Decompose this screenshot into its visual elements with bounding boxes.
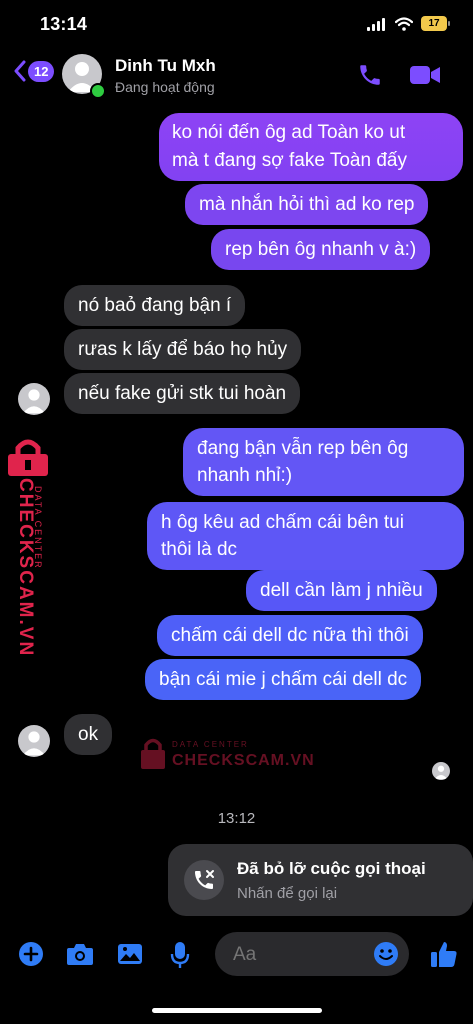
message-bubble-outgoing[interactable]: chấm cái dell dc nữa thì thôi	[157, 615, 423, 656]
emoji-icon[interactable]	[373, 941, 399, 967]
message-text: nhanh nhỉ:)	[197, 465, 293, 486]
phone-icon[interactable]	[357, 62, 383, 88]
status-icons: 17	[367, 16, 450, 31]
message-bubble-outgoing[interactable]: bận cái mie j chấm cái dell dc	[145, 659, 422, 700]
message-bubble-outgoing[interactable]: rep bên ôg nhanh v à:)	[211, 229, 431, 270]
message-bubble-incoming[interactable]: nó baỏ đang bận í	[64, 285, 246, 326]
chevron-left-icon	[14, 60, 26, 82]
sender-avatar[interactable]	[18, 725, 50, 757]
wifi-icon	[395, 16, 413, 31]
voice-button[interactable]	[170, 941, 190, 974]
message-bubble-incoming[interactable]: rưas k lấy để báo họ hủy	[64, 329, 302, 370]
sender-avatar[interactable]	[18, 383, 50, 415]
gallery-button[interactable]	[117, 943, 143, 970]
missed-call-card[interactable]: Đã bỏ lỡ cuộc gọi thoại Nhấn để gọi lại	[168, 844, 473, 916]
message-timestamp: 13:12	[217, 810, 256, 827]
phone-missed-icon	[195, 870, 214, 889]
microphone-icon	[170, 942, 190, 968]
message-text: mà t đang sợ fake Toàn đấy	[172, 150, 407, 171]
watermark-brand-horizontal: CHECKSCAM.VN	[172, 752, 315, 769]
contact-name[interactable]: Dinh Tu Mxh	[115, 56, 216, 76]
message-composer[interactable]	[215, 932, 409, 976]
watermark-caption-horizontal: DATA CENTER	[172, 740, 249, 749]
missed-call-title: Đã bỏ lỡ cuộc gọi thoại	[237, 859, 426, 878]
missed-call-icon	[184, 860, 224, 900]
home-indicator	[152, 1008, 322, 1013]
user-silhouette-icon	[434, 765, 448, 780]
message-text: thôi là dc	[161, 539, 238, 560]
battery-indicator: 17	[421, 16, 450, 31]
call-actions	[357, 62, 441, 88]
camera-button[interactable]	[66, 942, 94, 971]
contact-status: Đang hoạt động	[115, 79, 215, 95]
watermark-vertical: CHECKSCAM.VN DATA CENTER	[6, 438, 52, 657]
add-button[interactable]	[18, 941, 44, 972]
message-text: đang bận vẫn rep bên ôg	[197, 438, 409, 459]
message-bubble-incoming[interactable]: ok	[64, 714, 113, 755]
image-icon	[118, 944, 142, 964]
unread-count-badge: 12	[28, 60, 55, 82]
online-indicator	[90, 83, 106, 99]
message-bubble-outgoing[interactable]: h ôg kêu ad chấm cái bên tui thôi là dc	[147, 502, 464, 570]
message-bubble-incoming[interactable]: nếu fake gửi stk tui hoàn	[64, 373, 301, 414]
back-button[interactable]: 12	[14, 60, 55, 82]
camera-icon	[67, 944, 93, 965]
message-text: ko nói đến ôg ad Toàn ko ut	[172, 122, 406, 143]
composer-toolbar	[0, 932, 473, 978]
chat-header: 12 Dinh Tu Mxh Đang hoạt động	[0, 46, 473, 102]
padlock-icon	[141, 738, 165, 769]
message-bubble-outgoing[interactable]: ko nói đến ôg ad Toàn ko ut mà t đang sợ…	[159, 113, 463, 181]
message-bubble-outgoing[interactable]: mà nhắn hỏi thì ad ko rep	[185, 184, 429, 225]
padlock-icon	[8, 439, 48, 476]
message-bubble-outgoing[interactable]: dell cần làm j nhiều	[246, 570, 437, 611]
watermark-horizontal: DATA CENTER CHECKSCAM.VN	[140, 736, 314, 774]
plus-circle-icon	[19, 942, 43, 966]
signal-icon	[367, 17, 385, 31]
message-bubble-outgoing[interactable]: đang bận vẫn rep bên ôg nhanh nhỉ:)	[183, 428, 464, 496]
video-call-icon[interactable]	[409, 63, 441, 87]
message-text: h ôg kêu ad chấm cái bên tui	[161, 512, 404, 533]
like-button[interactable]	[430, 940, 458, 973]
user-silhouette-icon	[22, 731, 46, 756]
status-time: 13:14	[40, 14, 88, 34]
thumbs-up-icon	[431, 942, 457, 967]
watermark-caption-vertical: DATA CENTER	[33, 486, 43, 570]
missed-call-subtitle: Nhấn để gọi lại	[237, 885, 338, 902]
read-receipt-avatar	[432, 762, 450, 780]
user-silhouette-icon	[22, 389, 46, 414]
message-input[interactable]	[231, 943, 375, 967]
